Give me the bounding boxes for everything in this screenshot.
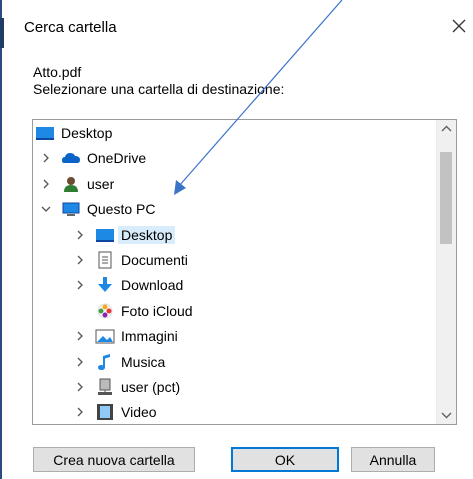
tree-item-foto-icloud[interactable]: Foto iCloud	[73, 300, 193, 322]
tree-item-label: Immagini	[121, 328, 178, 345]
tree-item-label: Desktop	[61, 125, 113, 141]
chevron-up-icon	[441, 125, 452, 132]
tree-item-label: Musica	[121, 353, 166, 370]
tree-item-label: Questo PC	[87, 201, 156, 218]
tree-item-label: user (pct)	[121, 379, 181, 395]
tree-item-documenti[interactable]: Documenti	[73, 249, 188, 271]
chevron-right-icon[interactable]	[73, 278, 87, 292]
chevron-down-icon[interactable]	[39, 202, 53, 216]
scroll-down-button[interactable]	[437, 406, 456, 424]
tree-item-label: Desktop	[118, 225, 176, 244]
chevron-right-icon[interactable]	[73, 380, 87, 394]
tree-item-label: OneDrive	[87, 150, 147, 167]
scrollbar[interactable]	[436, 120, 456, 424]
document-icon	[95, 251, 115, 269]
scroll-up-button[interactable]	[437, 120, 456, 138]
tree-item-desktop-root[interactable]: Desktop	[33, 122, 112, 144]
chevron-right-icon[interactable]	[73, 228, 87, 242]
chevron-right-icon[interactable]	[73, 253, 87, 267]
tree-item-questo-pc[interactable]: Questo PC	[39, 198, 155, 220]
computer-icon	[61, 200, 81, 218]
tree-item-label: Foto iCloud	[121, 302, 193, 319]
cloud-icon	[61, 149, 81, 167]
ok-button[interactable]: OK	[231, 447, 339, 472]
chevron-right-icon[interactable]	[39, 177, 53, 191]
tree-item-label: Download	[121, 277, 184, 294]
tree-item-onedrive[interactable]: OneDrive	[39, 147, 146, 169]
tree-item-desktop[interactable]: Desktop	[73, 224, 176, 246]
tree-item-video[interactable]: Video	[73, 401, 157, 423]
icloud-photos-icon	[95, 302, 115, 320]
close-button[interactable]	[449, 16, 469, 36]
close-icon	[452, 19, 466, 33]
chevron-down-icon	[441, 412, 452, 419]
music-icon	[95, 353, 115, 371]
cancel-button[interactable]: Annulla	[351, 447, 435, 472]
tree-item-label: Documenti	[121, 252, 188, 268]
tree-item-download[interactable]: Download	[73, 274, 183, 296]
video-icon	[95, 403, 115, 421]
scroll-thumb[interactable]	[440, 152, 452, 244]
new-folder-button[interactable]: Crea nuova cartella	[33, 447, 195, 472]
tree-item-user[interactable]: user	[39, 173, 114, 195]
chevron-right-icon[interactable]	[39, 151, 53, 165]
folder-tree[interactable]: Desktop OneDrive user Questo PC Desktop Docum…	[32, 119, 457, 425]
file-name: Atto.pdf	[33, 64, 82, 80]
tree-item-user-pct[interactable]: user (pct)	[73, 376, 180, 398]
tree-item-immagini[interactable]: Immagini	[73, 325, 178, 347]
desktop-icon	[35, 124, 55, 142]
instruction-text: Selezionare una cartella di destinazione…	[33, 81, 285, 97]
pictures-icon	[95, 327, 115, 345]
tree-item-label: Video	[121, 404, 157, 421]
chevron-right-icon[interactable]	[73, 405, 87, 419]
chevron-right-icon[interactable]	[73, 355, 87, 369]
chevron-right-icon[interactable]	[73, 329, 87, 343]
network-drive-icon	[95, 378, 115, 396]
tree-item-musica[interactable]: Musica	[73, 351, 165, 373]
window-edge	[0, 0, 4, 479]
user-icon	[61, 175, 81, 193]
tree-item-label: user	[87, 175, 115, 192]
desktop-icon	[95, 226, 115, 244]
dialog-title: Cerca cartella	[24, 19, 117, 36]
download-icon	[95, 276, 115, 294]
